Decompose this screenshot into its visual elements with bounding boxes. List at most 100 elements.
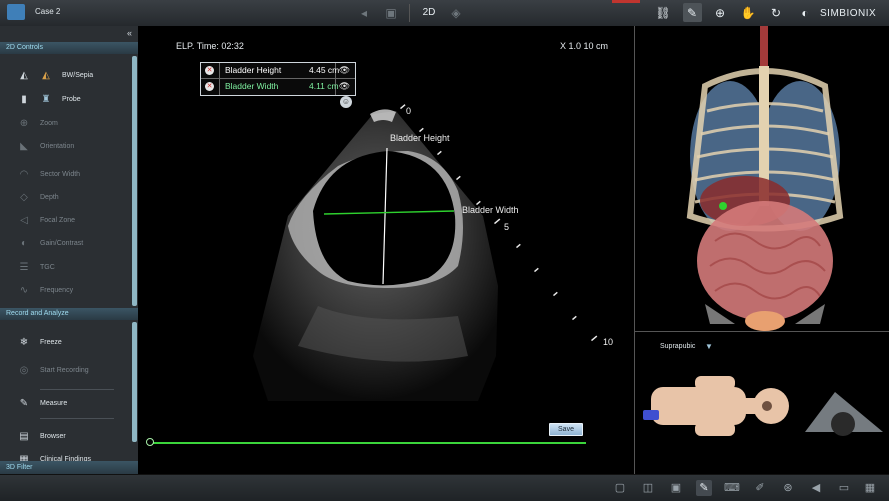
measure-label: Measure — [40, 400, 68, 407]
ultrasound-view[interactable]: ELP. Time: 02:32 X 1.0 10 cm ✕ Bladder H… — [138, 26, 634, 474]
probe-view-icon[interactable]: ✎ — [696, 480, 712, 496]
anatomy-model — [686, 26, 844, 331]
orientation-control[interactable]: ◣ Orientation — [0, 136, 130, 158]
filter-3d-title: 3D Filter — [6, 464, 33, 471]
zoom-icon: ⊕ — [19, 118, 29, 129]
filter-3d-header[interactable]: 3D Filter — [0, 461, 138, 474]
gain-contrast-label: Gain/Contrast — [40, 240, 84, 247]
record-analyze-header: Record and Analyze — [0, 308, 138, 320]
mannequin-arm-lower — [695, 422, 735, 436]
gain-icon: ◐ — [20, 238, 28, 249]
depth-icon: ◇ — [20, 192, 28, 203]
mode-2d-button[interactable]: 2D — [420, 5, 438, 21]
mode-3d-icon[interactable]: ◈ — [448, 5, 464, 21]
camera-view-icon[interactable]: ⌨ — [724, 480, 740, 496]
bladder-height-label: Bladder Height — [390, 133, 450, 143]
zoom-control[interactable]: ⊕ Zoom — [0, 113, 130, 135]
bw-sepia-label: BW/Sepia — [62, 72, 94, 79]
measure-divider — [40, 418, 114, 419]
depth-mark-10: 10 — [603, 337, 614, 347]
orientation-icon: ◣ — [20, 141, 28, 152]
depth-control[interactable]: ◇ Depth — [0, 187, 130, 209]
sector-width-label: Sector Width — [40, 171, 81, 178]
rotate-icon[interactable]: ↻ — [768, 5, 784, 21]
measurement-table: ✕ Bladder Height 4.45 cm 👁 ✕ Bladder Wid… — [200, 62, 356, 96]
probe-icon[interactable]: ✎ — [684, 5, 700, 21]
tgc-label: TGC — [40, 264, 55, 271]
target-icon[interactable]: ⊛ — [780, 480, 796, 496]
orientation-label: Orientation — [40, 143, 75, 150]
tgc-control[interactable]: ☰ TGC — [0, 257, 130, 279]
depth-mark-5: 5 — [504, 222, 510, 232]
link-icon[interactable]: ⛓ — [655, 5, 671, 21]
settings-icon[interactable]: ▦ — [862, 480, 878, 496]
audio-icon[interactable]: ◀ — [808, 480, 824, 496]
delete-measurement-icon[interactable]: ✕ — [205, 82, 214, 91]
measurement-value: 4.45 cm — [309, 65, 340, 75]
folder-icon[interactable]: ▭ — [836, 480, 852, 496]
record-scrollbar[interactable] — [132, 322, 137, 442]
mannequin-view — [643, 376, 883, 436]
findings-icon: ▦ — [19, 454, 29, 461]
clinical-findings-label: Clinical Findings — [40, 456, 91, 461]
delete-measurement-icon[interactable]: ✕ — [205, 66, 214, 75]
layout-single-icon[interactable]: ▢ — [612, 480, 628, 496]
zoom-label: Zoom — [40, 120, 58, 127]
eye-icon[interactable]: 👁 — [338, 65, 351, 76]
layout-dual-icon[interactable]: ◫ — [640, 480, 656, 496]
bw-icon: ◭ — [20, 70, 28, 81]
cine-timeline[interactable] — [150, 442, 586, 444]
gain-contrast-control[interactable]: ◐ Gain/Contrast — [0, 233, 130, 255]
hand-icon[interactable]: ✋ — [740, 5, 756, 21]
save-button[interactable]: Save — [549, 423, 583, 436]
sector-thumbnail-lumen — [831, 412, 855, 436]
measure-icon: ✎ — [19, 398, 29, 409]
zoom-icon[interactable]: ⊕ — [712, 5, 728, 21]
measurement-name: Bladder Width — [225, 81, 279, 91]
sector-width-control[interactable]: ◠ Sector Width — [0, 164, 130, 186]
measurement-row-width[interactable]: ✕ Bladder Width 4.11 cm 👁 — [201, 79, 355, 94]
sector-width-icon: ◠ — [19, 169, 29, 180]
sepia-icon: ◭ — [42, 70, 50, 81]
probe-control[interactable]: ▮ ♜ Probe — [0, 89, 130, 111]
focal-zone-label: Focal Zone — [40, 217, 76, 224]
controls-scrollbar[interactable] — [132, 56, 137, 306]
browser-label: Browser — [40, 433, 66, 440]
speaker-icon[interactable]: ◂ — [356, 5, 372, 21]
zoom-depth-readout: X 1.0 10 cm — [560, 41, 609, 51]
measurement-row-height[interactable]: ✕ Bladder Height 4.45 cm 👁 — [201, 63, 355, 78]
start-recording-button[interactable]: ◎ Start Recording — [0, 360, 130, 382]
needle-icon[interactable]: ✐ — [752, 480, 768, 496]
case-label: Case 2 — [35, 7, 61, 16]
probe-a-icon: ▮ — [21, 94, 27, 105]
elapsed-time: ELP. Time: 02:32 — [176, 41, 244, 51]
controls-2d-title: 2D Controls — [6, 44, 43, 51]
focal-zone-control[interactable]: ◁ Focal Zone — [0, 210, 130, 232]
user-icon[interactable]: ☺ — [340, 96, 352, 108]
eye-icon[interactable]: 👁 — [338, 81, 351, 92]
app-logo-icon[interactable] — [7, 4, 25, 20]
start-recording-label: Start Recording — [40, 367, 89, 374]
camera-icon[interactable]: ▣ — [383, 5, 399, 21]
collapse-panel-button[interactable]: « — [127, 28, 132, 38]
probe-position-view[interactable]: Suprapubic ▼ — [635, 331, 889, 475]
frequency-control[interactable]: ∿ Frequency — [0, 280, 130, 302]
probe-icon — [643, 410, 659, 420]
bw-sepia-control[interactable]: ◭ ◭ BW/Sepia — [0, 65, 130, 87]
layout-quad-icon[interactable]: ▣ — [668, 480, 684, 496]
depth-mark-0: 0 — [406, 106, 412, 116]
bladder — [745, 311, 785, 331]
mannequin-arm-upper — [695, 376, 735, 390]
top-toolbar: Case 2 ◂ ▣ 2D ◈ ⛓ ✎ ⊕ ✋ ↻ ◐ SIMBIONIX — [0, 0, 889, 27]
timeline-knob[interactable] — [146, 438, 154, 446]
measure-button[interactable]: ✎ Measure — [0, 393, 130, 415]
browser-button[interactable]: ▤ Browser — [0, 426, 130, 448]
browser-icon: ▤ — [19, 431, 29, 442]
measurement-name: Bladder Height — [225, 65, 282, 75]
mannequin-face — [762, 401, 772, 411]
anatomy-3d-view[interactable] — [635, 26, 889, 331]
light-icon[interactable]: ◐ — [797, 5, 813, 21]
freeze-button[interactable]: ❄ Freeze — [0, 332, 130, 354]
snowflake-icon: ❄ — [19, 337, 29, 348]
clinical-findings-button[interactable]: ▦ Clinical Findings — [0, 449, 130, 461]
